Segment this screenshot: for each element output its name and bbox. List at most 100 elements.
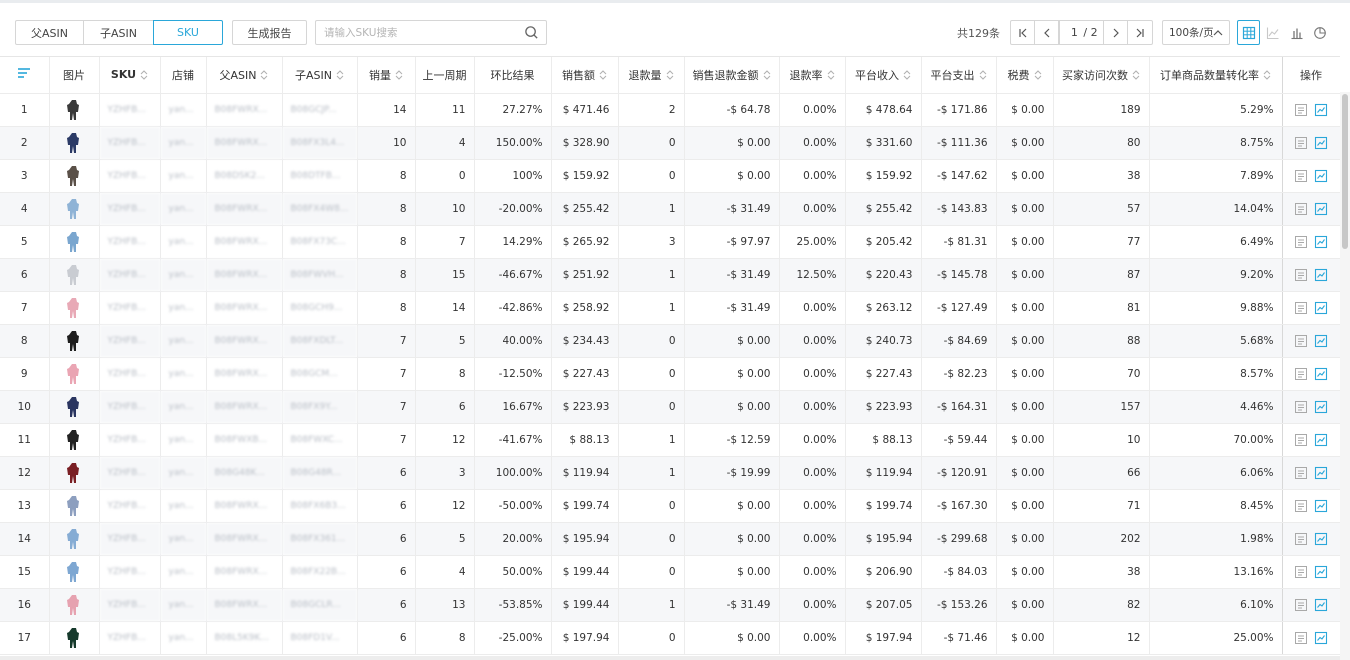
sku-cell[interactable]: YZHFB...	[99, 423, 161, 457]
detail-icon[interactable]	[1294, 202, 1308, 216]
detail-icon[interactable]	[1294, 301, 1308, 315]
child-asin-cell[interactable]: B08G48R...	[282, 456, 358, 490]
sku-cell[interactable]: YZHFB...	[99, 357, 161, 391]
product-image[interactable]	[49, 93, 100, 127]
child-asin-cell[interactable]: B08GCJP...	[282, 93, 358, 127]
store-cell[interactable]: yan...	[160, 621, 207, 655]
detail-icon[interactable]	[1294, 169, 1308, 183]
child-asin-cell[interactable]: B08FX9Y...	[282, 390, 358, 424]
trend-chart-icon[interactable]	[1314, 565, 1328, 579]
table-row[interactable]: 4 YZHFB... yan... B08FWRX... B08FX4W8... 8 10-…	[0, 192, 1340, 226]
child-asin-cell[interactable]: B08DTFB...	[282, 159, 358, 193]
trend-chart-icon[interactable]	[1314, 433, 1328, 447]
search-input[interactable]	[316, 21, 516, 44]
trend-chart-icon[interactable]	[1314, 202, 1328, 216]
product-image[interactable]	[49, 324, 100, 358]
generate-report-button[interactable]: 生成报告	[232, 20, 307, 45]
sku-cell[interactable]: YZHFB...	[99, 291, 161, 325]
sku-cell[interactable]: YZHFB...	[99, 93, 161, 127]
table-row[interactable]: 15 YZHFB... yan... B08FWRX... B08FX22B... 6 4 5…	[0, 555, 1340, 589]
store-cell[interactable]: yan...	[160, 291, 207, 325]
trend-chart-icon[interactable]	[1314, 103, 1328, 117]
table-row[interactable]: 17 YZHFB... yan... B08L5K9K... B08FD1V... 6 8-…	[0, 621, 1340, 655]
detail-icon[interactable]	[1294, 235, 1308, 249]
table-row[interactable]: 14 YZHFB... yan... B08FWRX... B08FX361... 6 5 2…	[0, 522, 1340, 556]
trend-chart-icon[interactable]	[1314, 631, 1328, 645]
trend-chart-icon[interactable]	[1314, 532, 1328, 546]
table-row[interactable]: 5 YZHFB... yan... B08FWRX... B08FX73C... 8 7 14…	[0, 225, 1340, 259]
store-cell[interactable]: yan...	[160, 522, 207, 556]
product-image[interactable]	[49, 489, 100, 523]
product-image[interactable]	[49, 126, 100, 160]
last-page-button[interactable]	[1127, 20, 1153, 45]
header-refund-amount[interactable]: 销售退款金额	[684, 57, 780, 94]
tab-sku[interactable]: SKU	[153, 20, 223, 45]
product-image[interactable]	[49, 192, 100, 226]
table-row[interactable]: 6 YZHFB... yan... B08FWRX... B08FWVH... 8 15 -4…	[0, 258, 1340, 292]
table-view-button[interactable]	[1237, 20, 1260, 45]
store-cell[interactable]: yan...	[160, 192, 207, 226]
parent-asin-cell[interactable]: B08FWRX...	[206, 225, 283, 259]
table-row[interactable]: 10 YZHFB... yan... B08FWRX... B08FX9Y... 7 6 16…	[0, 390, 1340, 424]
first-page-button[interactable]	[1010, 20, 1035, 45]
parent-asin-cell[interactable]: B08L5K9K...	[206, 621, 283, 655]
header-sales-qty[interactable]: 销量	[357, 57, 416, 94]
parent-asin-cell[interactable]: B08FWRX...	[206, 522, 283, 556]
sku-cell[interactable]: YZHFB...	[99, 390, 161, 424]
product-image[interactable]	[49, 621, 100, 655]
sku-cell[interactable]: YZHFB...	[99, 258, 161, 292]
child-asin-cell[interactable]: B08GCLR...	[282, 588, 358, 622]
parent-asin-cell[interactable]: B08FWRX...	[206, 258, 283, 292]
store-cell[interactable]: yan...	[160, 324, 207, 358]
detail-icon[interactable]	[1294, 466, 1308, 480]
product-image[interactable]	[49, 159, 100, 193]
parent-asin-cell[interactable]: B08FWRX...	[206, 291, 283, 325]
product-image[interactable]	[49, 225, 100, 259]
store-cell[interactable]: yan...	[160, 159, 207, 193]
store-cell[interactable]: yan...	[160, 390, 207, 424]
next-page-button[interactable]	[1103, 20, 1128, 45]
parent-asin-cell[interactable]: B08FWRX...	[206, 357, 283, 391]
parent-asin-cell[interactable]: B08FWRX...	[206, 489, 283, 523]
pie-chart-view-button[interactable]	[1308, 20, 1331, 45]
store-cell[interactable]: yan...	[160, 225, 207, 259]
parent-asin-cell[interactable]: B08FWRX...	[206, 588, 283, 622]
sku-cell[interactable]: YZHFB...	[99, 192, 161, 226]
detail-icon[interactable]	[1294, 334, 1308, 348]
child-asin-cell[interactable]: B08FWVH...	[282, 258, 358, 292]
child-asin-cell[interactable]: B08FD1V...	[282, 621, 358, 655]
detail-icon[interactable]	[1294, 598, 1308, 612]
header-parent-asin[interactable]: 父ASIN	[206, 57, 283, 94]
tab-child-asin[interactable]: 子ASIN	[83, 20, 154, 45]
product-image[interactable]	[49, 588, 100, 622]
table-row[interactable]: 11 YZHFB... yan... B08FWXB... B08FWXC... 7 12-…	[0, 423, 1340, 457]
current-page-input[interactable]: 1	[1065, 26, 1083, 39]
product-image[interactable]	[49, 390, 100, 424]
trend-chart-icon[interactable]	[1314, 169, 1328, 183]
table-row[interactable]: 3 YZHFB... yan... B08DSK2... B08DTFB... 8 0 100…	[0, 159, 1340, 193]
sku-cell[interactable]: YZHFB...	[99, 126, 161, 160]
table-row[interactable]: 7 YZHFB... yan... B08FWRX... B08GCH9... 8 14 -4…	[0, 291, 1340, 325]
column-settings-icon[interactable]	[17, 67, 31, 79]
detail-icon[interactable]	[1294, 367, 1308, 381]
search-icon[interactable]	[524, 25, 539, 40]
parent-asin-cell[interactable]: B08FWXB...	[206, 423, 283, 457]
parent-asin-cell[interactable]: B08G48K...	[206, 456, 283, 490]
sku-cell[interactable]: YZHFB...	[99, 621, 161, 655]
parent-asin-cell[interactable]: B08FWRX...	[206, 93, 283, 127]
trend-chart-icon[interactable]	[1314, 268, 1328, 282]
table-row[interactable]: 9 YZHFB... yan... B08FWRX... B08GCM... 7 8 -12.…	[0, 357, 1340, 391]
child-asin-cell[interactable]: B08FX22B...	[282, 555, 358, 589]
parent-asin-cell[interactable]: B08FWRX...	[206, 126, 283, 160]
child-asin-cell[interactable]: B08GCH9...	[282, 291, 358, 325]
bar-chart-view-button[interactable]	[1285, 20, 1308, 45]
horizontal-scrollbar[interactable]	[0, 656, 1340, 660]
child-asin-cell[interactable]: B08FX361...	[282, 522, 358, 556]
product-image[interactable]	[49, 456, 100, 490]
product-image[interactable]	[49, 423, 100, 457]
sku-cell[interactable]: YZHFB...	[99, 522, 161, 556]
table-row[interactable]: 8 YZHFB... yan... B08FWRX... B08FXDLT... 7 5 40…	[0, 324, 1340, 358]
store-cell[interactable]: yan...	[160, 423, 207, 457]
trend-chart-icon[interactable]	[1314, 400, 1328, 414]
table-row[interactable]: 13 YZHFB... yan... B08FWRX... B08FX6B3... 6 12…	[0, 489, 1340, 523]
